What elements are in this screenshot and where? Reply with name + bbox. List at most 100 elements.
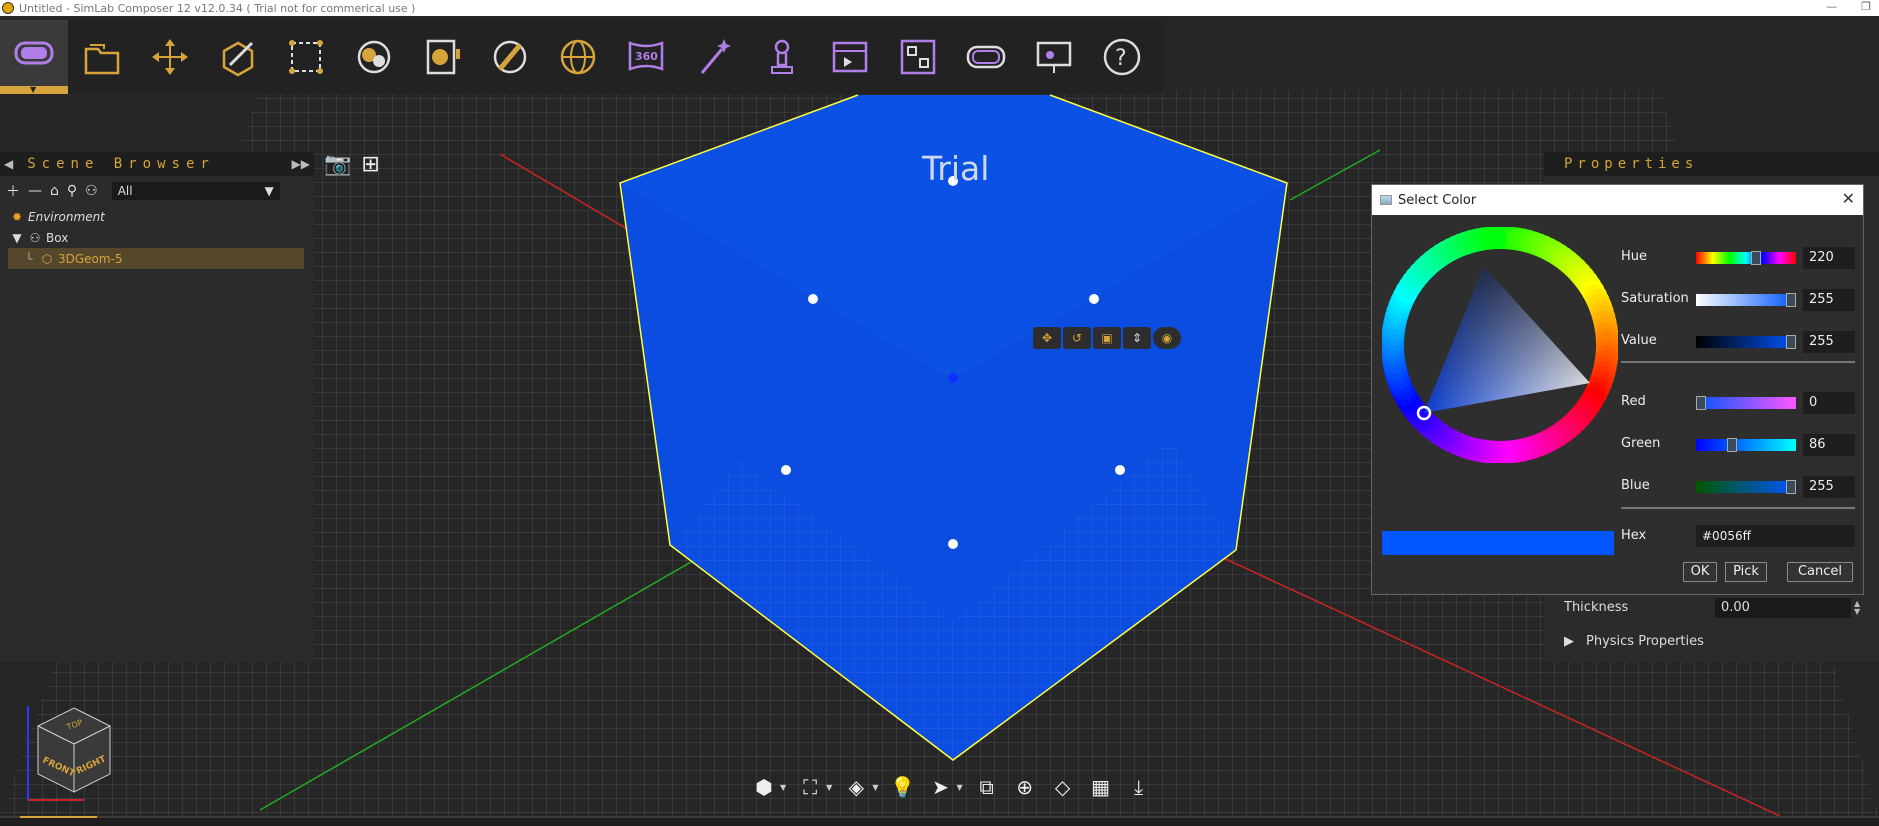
frame-view-icon[interactable]: ⛶: [796, 772, 824, 802]
animation-tool-button[interactable]: [748, 20, 816, 94]
thickness-label: Thickness: [1564, 600, 1629, 615]
chevron-down-icon[interactable]: ▼: [826, 783, 832, 792]
svg-text:?: ?: [1115, 46, 1127, 71]
sequence-tool-button[interactable]: [816, 20, 884, 94]
mesh-icon: ⬡: [41, 251, 53, 266]
presentation-tool-button[interactable]: [1020, 20, 1088, 94]
shading-mode-icon[interactable]: ⬢: [750, 772, 778, 802]
restore-button[interactable]: ❐: [1861, 0, 1871, 13]
green-slider[interactable]: [1696, 438, 1796, 452]
rotate-gizmo-icon[interactable]: ↺: [1063, 327, 1091, 349]
hue-input[interactable]: 220: [1803, 247, 1855, 269]
environment-tool-button[interactable]: [544, 20, 612, 94]
green-input[interactable]: 86: [1803, 434, 1855, 456]
help-tool-button[interactable]: ?: [1088, 20, 1156, 94]
scene-states-tool-button[interactable]: [884, 20, 952, 94]
materials-tool-button[interactable]: [340, 20, 408, 94]
value-input[interactable]: 255: [1803, 331, 1855, 353]
saturation-slider[interactable]: [1696, 293, 1796, 307]
pivot-dot[interactable]: [948, 373, 958, 383]
cancel-button[interactable]: Cancel: [1787, 562, 1853, 582]
navigation-cube[interactable]: TOP FRONT RIGHT: [24, 704, 124, 814]
ok-button[interactable]: OK: [1683, 562, 1717, 582]
section-plane-icon[interactable]: ⧉: [973, 772, 1001, 802]
open-folder-tool-button[interactable]: [68, 20, 136, 94]
light-bulb-icon[interactable]: 💡: [888, 772, 916, 802]
saturation-input[interactable]: 255: [1803, 289, 1855, 311]
slider-thumb[interactable]: [1750, 251, 1761, 265]
expand-arrow-icon[interactable]: ▼: [10, 231, 24, 245]
hue-slider[interactable]: [1696, 251, 1796, 265]
camera-icon[interactable]: 📷: [324, 152, 351, 177]
remove-icon[interactable]: —: [28, 183, 42, 199]
material-gizmo-icon[interactable]: ◉: [1153, 327, 1181, 349]
hex-input[interactable]: #0056ff: [1696, 525, 1855, 547]
filter-select[interactable]: All ▼: [111, 182, 280, 200]
edit-geometry-tool-button[interactable]: [204, 20, 272, 94]
close-button[interactable]: ✕: [1842, 189, 1855, 208]
display-cube-icon[interactable]: ◈: [842, 772, 870, 802]
color-wheel[interactable]: [1382, 227, 1618, 463]
value-slider[interactable]: [1696, 335, 1796, 349]
handle-dot[interactable]: [1115, 465, 1125, 475]
environment-tool-icon: [560, 39, 596, 75]
red-slider[interactable]: [1696, 396, 1796, 410]
thickness-spinner[interactable]: ▲ ▼: [1854, 599, 1860, 616]
slider-thumb[interactable]: [1786, 335, 1796, 349]
status-bar: [0, 816, 1879, 826]
tree-item-environment[interactable]: ✹ Environment: [0, 206, 314, 227]
slider-thumb[interactable]: [1786, 480, 1796, 494]
lighting-tool-button[interactable]: [476, 20, 544, 94]
pick-button[interactable]: Pick: [1725, 562, 1767, 582]
hierarchy-icon[interactable]: ⚇: [85, 183, 98, 199]
slider-thumb[interactable]: [1726, 438, 1737, 452]
layers-icon[interactable]: ◇: [1049, 772, 1077, 802]
sequence-tool-icon: [832, 41, 868, 73]
drop-to-floor-icon[interactable]: ⤓: [1125, 772, 1153, 802]
vr-headset-tool-button[interactable]: ▼: [0, 20, 68, 94]
physics-properties-row[interactable]: ▶ Physics Properties: [1564, 634, 1704, 649]
sun-icon: ✹: [11, 209, 23, 224]
slider-thumb[interactable]: [1696, 396, 1706, 410]
vr-viewer-tool-button[interactable]: [952, 20, 1020, 94]
chevron-down-icon[interactable]: ▼: [780, 783, 786, 792]
dialog-title-bar[interactable]: Select Color ✕: [1372, 185, 1863, 215]
magic-wand-tool-button[interactable]: [680, 20, 748, 94]
chevron-down-icon[interactable]: ▼: [956, 783, 962, 792]
chevron-down-icon[interactable]: ▼: [872, 783, 878, 792]
move-gizmo-icon[interactable]: ✥: [1033, 327, 1061, 349]
tree-item-box[interactable]: ▼ ⚇ Box: [0, 227, 314, 248]
expand-right-icon[interactable]: ▶▶: [292, 157, 310, 171]
trial-watermark: Trial: [922, 149, 990, 188]
thickness-input[interactable]: 0.00: [1715, 597, 1851, 618]
handle-dot[interactable]: [1089, 294, 1099, 304]
animation-tool-icon: [771, 39, 793, 74]
minimize-button[interactable]: —: [1826, 0, 1837, 13]
render-tool-button[interactable]: [408, 20, 476, 94]
saturation-label: Saturation: [1621, 291, 1689, 306]
zoom-region-icon[interactable]: ⊕: [1011, 772, 1039, 802]
slider-thumb[interactable]: [1786, 293, 1796, 307]
frame-add-icon[interactable]: ⊞: [361, 152, 379, 177]
grid-toggle-icon[interactable]: ▦: [1087, 772, 1115, 802]
add-icon[interactable]: ＋: [6, 181, 20, 201]
handle-dot[interactable]: [808, 294, 818, 304]
chevron-down-icon[interactable]: ▼: [30, 85, 36, 94]
panorama-360-tool-button[interactable]: 360: [612, 20, 680, 94]
tree-item-3dgeom[interactable]: └ ⬡ 3DGeom-5: [8, 248, 304, 269]
handle-dot[interactable]: [948, 539, 958, 549]
tag-icon[interactable]: ⌂: [50, 183, 59, 199]
expand-arrow-icon[interactable]: ▶: [1564, 634, 1574, 649]
move-tool-button[interactable]: [136, 20, 204, 94]
search-icon[interactable]: ⚲: [67, 183, 77, 199]
materials-tool-icon: [357, 40, 391, 74]
up-down-gizmo-icon[interactable]: ⇕: [1123, 327, 1151, 349]
collapse-left-icon[interactable]: ◀: [4, 157, 13, 171]
red-input[interactable]: 0: [1803, 392, 1855, 414]
select-region-tool-button[interactable]: [272, 20, 340, 94]
scale-gizmo-icon[interactable]: ▣: [1093, 327, 1121, 349]
handle-dot[interactable]: [781, 465, 791, 475]
blue-slider[interactable]: [1696, 480, 1796, 494]
blue-input[interactable]: 255: [1803, 476, 1855, 498]
select-cursor-icon[interactable]: ➤: [926, 772, 954, 802]
